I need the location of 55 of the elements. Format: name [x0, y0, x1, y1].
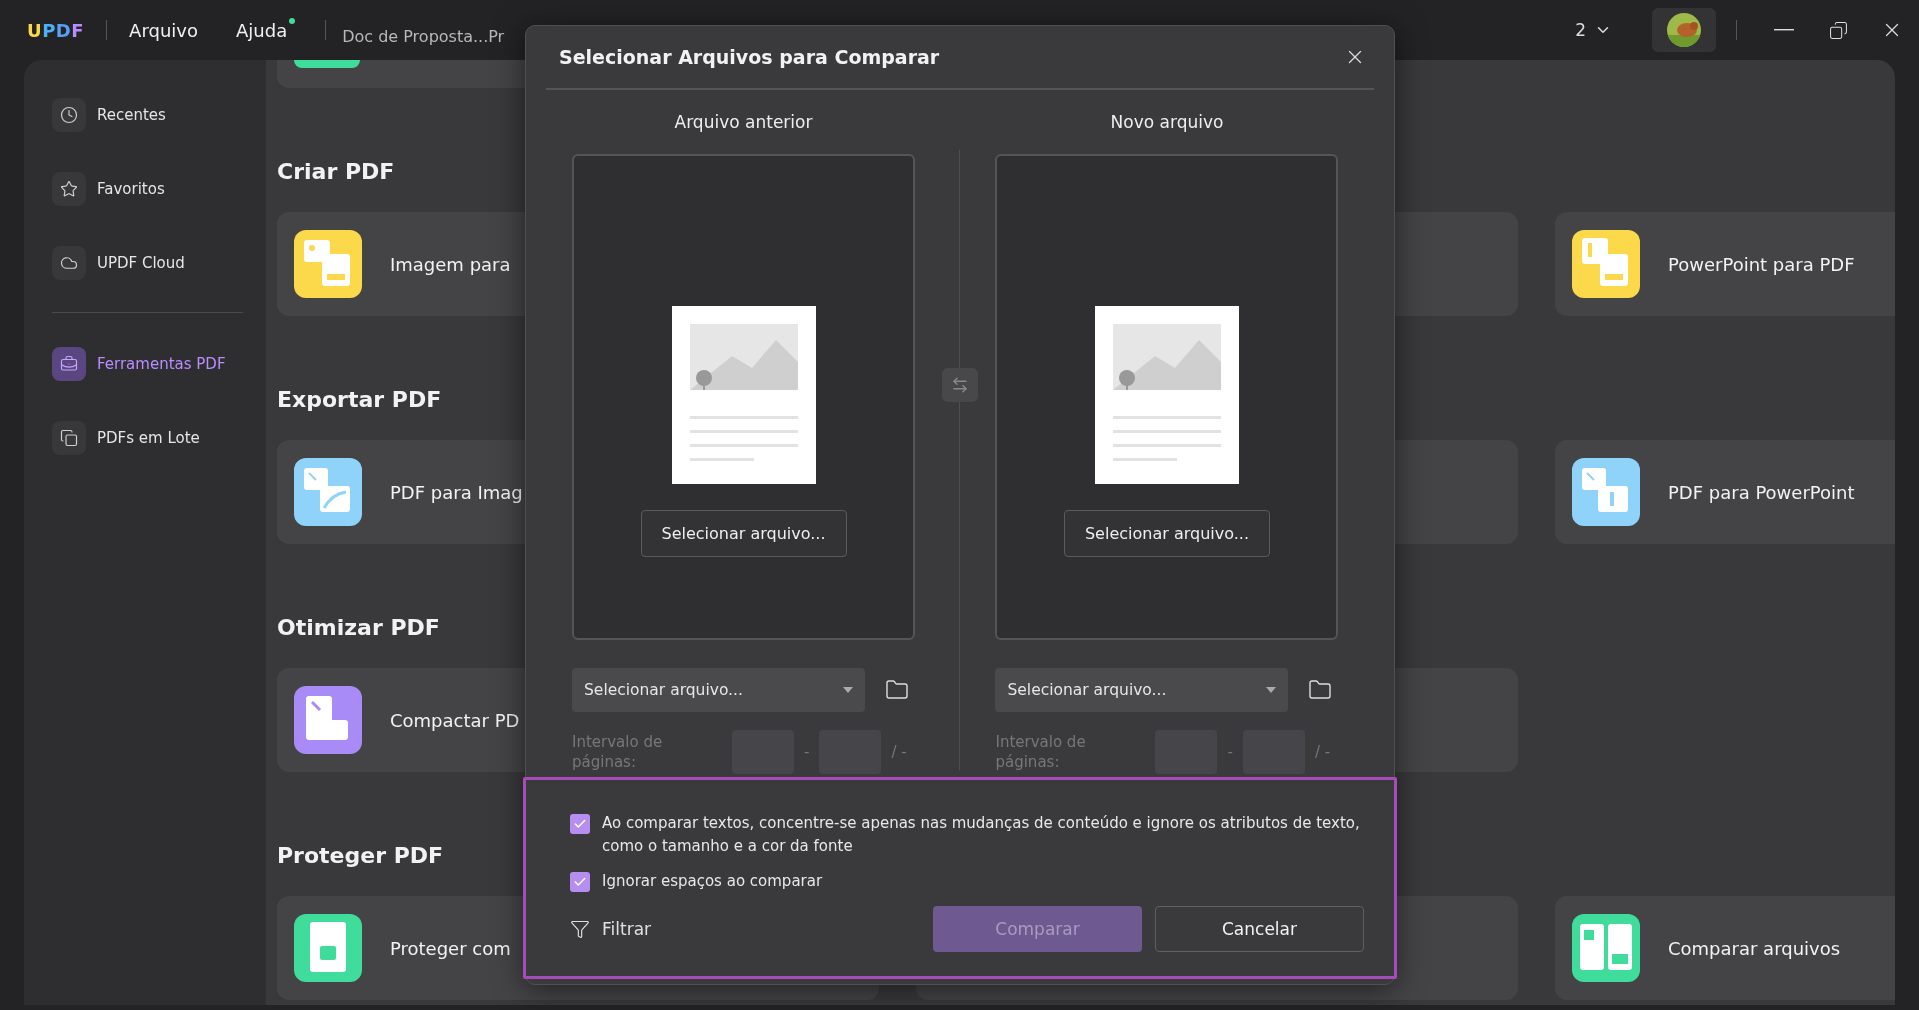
- menu-item[interactable]: Arquivo: [129, 19, 198, 41]
- document-thumbnail-icon: [671, 306, 816, 484]
- section-heading: Criar PDF: [277, 158, 395, 186]
- page-total: / -: [1314, 743, 1331, 761]
- star-icon: [60, 180, 78, 198]
- window-count-button[interactable]: 2: [1569, 19, 1618, 41]
- sidebar-item[interactable]: Ferramentas PDF: [52, 341, 266, 387]
- cloud-icon: [60, 254, 78, 272]
- file-dropdown[interactable]: Selecionar arquivo...: [995, 668, 1289, 712]
- section-heading: Otimizar PDF: [277, 614, 440, 642]
- briefcase-icon: [60, 355, 78, 373]
- select-file-button[interactable]: Selecionar arquivo...: [1063, 510, 1270, 557]
- folder-icon: [885, 678, 909, 702]
- clock-icon: [60, 106, 78, 124]
- page-total: / -: [891, 743, 907, 761]
- tool-card[interactable]: PowerPoint para PDF: [1555, 212, 1895, 316]
- sidebar-item[interactable]: Favoritos: [52, 166, 266, 212]
- page-range-label: Intervalo de páginas:: [995, 732, 1087, 772]
- stacked-pages-icon: [60, 429, 78, 447]
- folder-icon: [1308, 678, 1333, 702]
- checkbox[interactable]: [570, 814, 590, 834]
- sidebar-item[interactable]: PDFs em Lote: [52, 415, 266, 461]
- sidebar-item[interactable]: UPDF Cloud: [52, 240, 266, 286]
- section-heading: Proteger PDF: [277, 842, 444, 870]
- menu-item[interactable]: Ajuda: [236, 19, 288, 41]
- tool-card[interactable]: Comparar arquivos: [1555, 896, 1895, 1000]
- sidebar-item[interactable]: Recentes: [52, 92, 266, 138]
- check-icon: [573, 817, 587, 831]
- folder-button[interactable]: [1308, 678, 1333, 702]
- app-logo: UPDF: [27, 19, 85, 41]
- swap-icon: [950, 376, 969, 394]
- swap-button[interactable]: [941, 368, 978, 402]
- document-thumbnail-icon: [1094, 306, 1239, 484]
- checkbox[interactable]: [570, 872, 590, 892]
- cancel-button[interactable]: Cancelar: [1155, 906, 1364, 952]
- filter-icon: [570, 919, 590, 939]
- restore-icon: [1828, 20, 1848, 40]
- range-separator: -: [1227, 743, 1233, 761]
- tool-card[interactable]: PDF para PowerPoint: [1555, 440, 1895, 544]
- option-label: Ignorar espaços ao comparar: [602, 871, 823, 892]
- select-file-button[interactable]: Selecionar arquivo...: [640, 510, 847, 557]
- page-range-label: Intervalo de páginas:: [572, 732, 664, 772]
- folder-button[interactable]: [885, 678, 909, 702]
- avatar-button[interactable]: [1652, 8, 1716, 52]
- filter-button[interactable]: Filtrar: [570, 919, 652, 939]
- option-label: Ao comparar textos, concentre-se apenas nas mudanças de conteúdo e ignore os atributos de texto, como o tamanho e a cor da fonte: [602, 813, 1361, 857]
- dialog-title: Selecionar Arquivos para Comparar: [558, 46, 940, 68]
- range-separator: -: [804, 743, 810, 761]
- document-tab[interactable]: Doc de Proposta...Pr: [342, 26, 505, 46]
- file-dropdown[interactable]: Selecionar arquivo...: [572, 668, 865, 712]
- column-heading: Novo arquivo: [1109, 112, 1225, 134]
- section-heading: Exportar PDF: [277, 386, 442, 414]
- check-icon: [573, 875, 587, 889]
- column-heading: Arquivo anterior: [673, 112, 814, 134]
- minimize-icon: [1774, 29, 1794, 31]
